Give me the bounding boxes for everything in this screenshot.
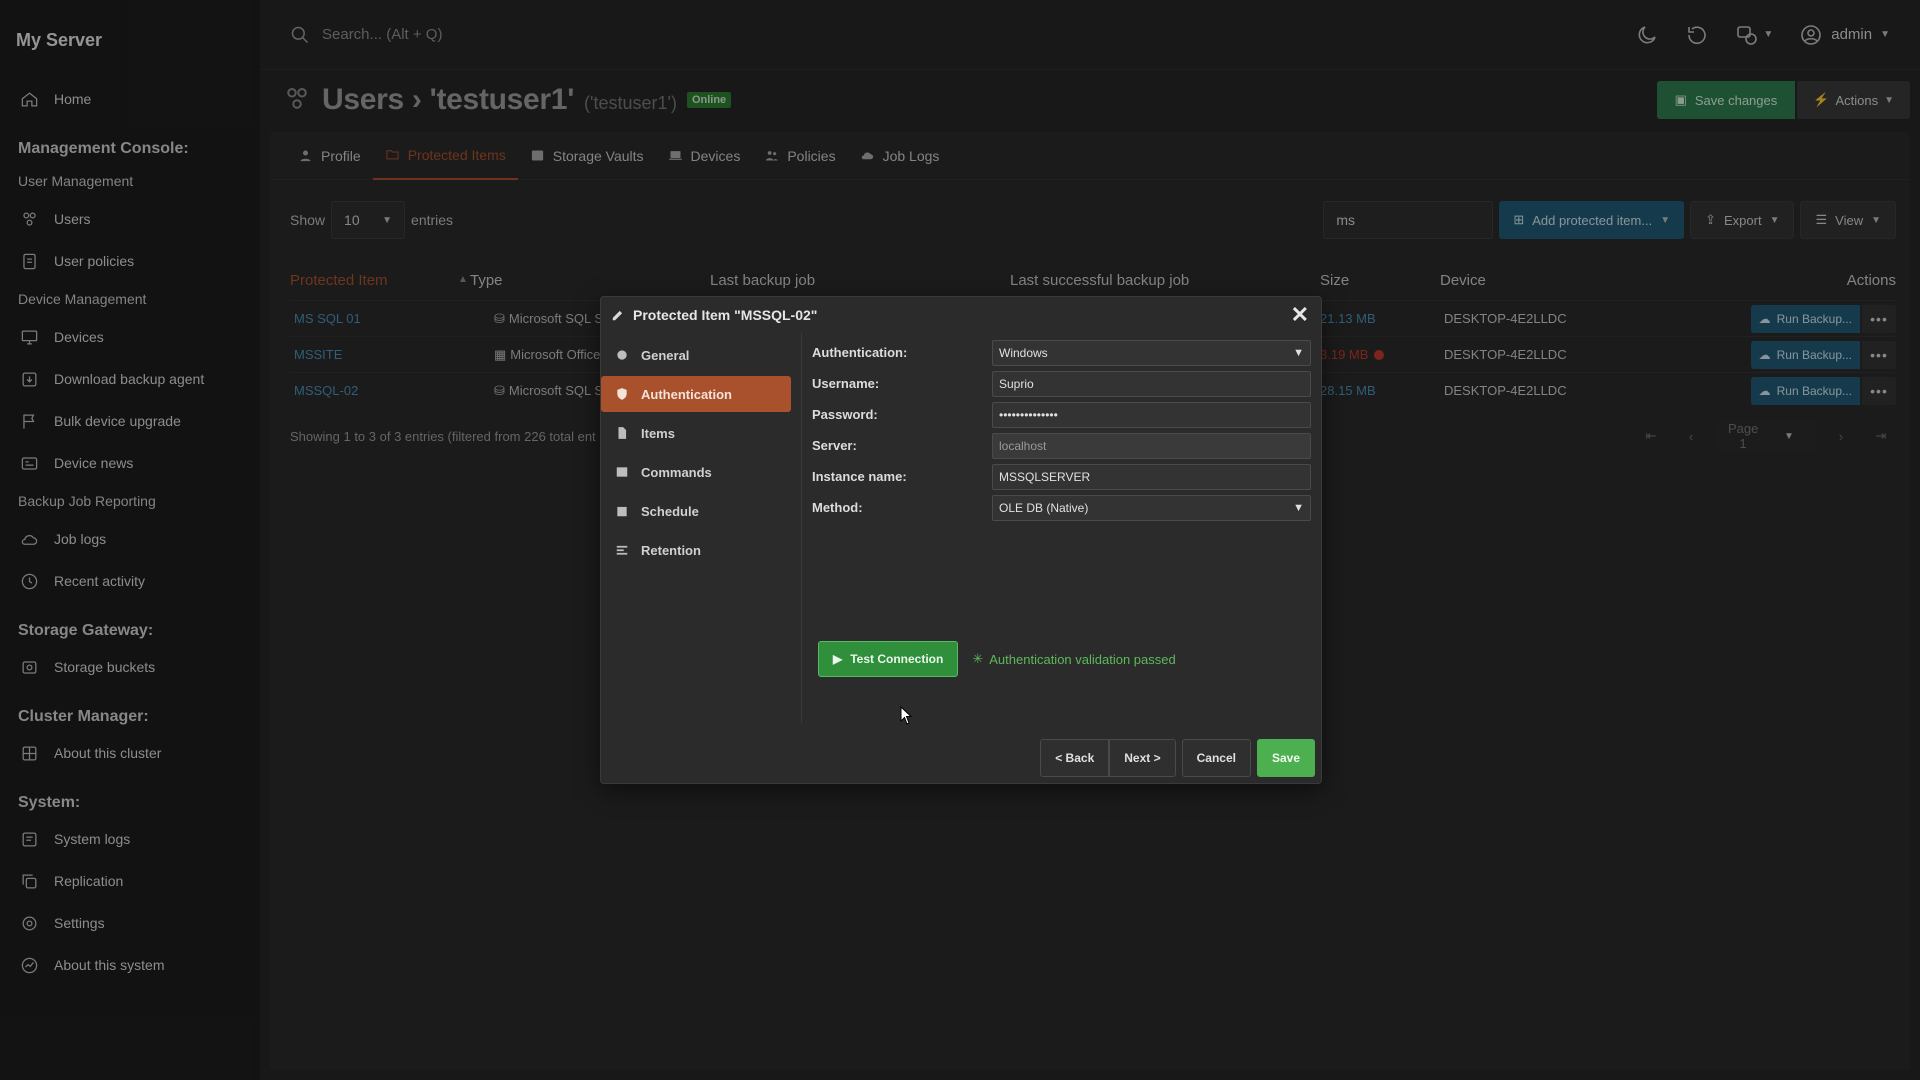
validation-text: Authentication validation passed	[989, 651, 1176, 667]
instance-name-field[interactable]: MSSQLSERVER	[992, 463, 1311, 490]
dialog-nav-schedule[interactable]: Schedule	[601, 493, 791, 529]
close-icon[interactable]: ✕	[1291, 304, 1309, 326]
nav-label: General	[641, 347, 690, 363]
password-value: ••••••••••••••	[999, 407, 1058, 422]
chevron-down-icon: ▼	[1293, 346, 1304, 359]
method-value: OLE DB (Native)	[999, 500, 1089, 515]
next-button[interactable]: Next >	[1109, 739, 1176, 777]
sparkle-icon: ✳	[972, 651, 984, 666]
nav-label: Authentication	[641, 386, 732, 402]
password-label: Password:	[812, 407, 878, 422]
dialog-nav-general[interactable]: General	[601, 337, 791, 373]
instance-name-label: Instance name:	[812, 469, 907, 484]
method-select[interactable]: OLE DB (Native) ▼	[992, 494, 1311, 521]
authentication-value: Windows	[999, 345, 1048, 360]
test-connection-button[interactable]: ▶ Test Connection	[818, 641, 959, 677]
dialog-nav-items[interactable]: Items	[601, 415, 791, 451]
nav-label: Commands	[641, 464, 712, 480]
dialog-footer: < Back Next > Cancel Save	[1040, 739, 1315, 777]
username-value: Suprio	[999, 376, 1034, 391]
dialog-nav-retention[interactable]: Retention	[601, 532, 791, 568]
cancel-button[interactable]: Cancel	[1181, 739, 1251, 777]
instance-name-value: MSSQLSERVER	[999, 469, 1091, 484]
play-icon: ▶	[833, 652, 843, 666]
nav-label: Items	[641, 425, 675, 441]
chevron-down-icon: ▼	[1293, 501, 1304, 514]
list-icon	[616, 545, 628, 555]
authentication-label: Authentication:	[812, 345, 908, 360]
username-field[interactable]: Suprio	[992, 370, 1311, 397]
dialog-nav-commands[interactable]: Commands	[601, 454, 791, 490]
mouse-cursor-icon	[900, 706, 913, 725]
nav-label: Schedule	[641, 503, 699, 519]
test-connection-label: Test Connection	[850, 652, 944, 666]
password-field[interactable]: ••••••••••••••	[992, 401, 1311, 428]
server-field[interactable]: localhost	[992, 432, 1311, 459]
terminal-icon	[616, 467, 628, 477]
method-label: Method:	[812, 500, 863, 515]
username-label: Username:	[812, 376, 880, 391]
protected-item-dialog: Protected Item "MSSQL-02" ✕ General Auth…	[600, 296, 1322, 784]
gear-icon	[617, 350, 627, 360]
server-label: Server:	[812, 438, 857, 453]
server-placeholder: localhost	[999, 438, 1047, 453]
back-button[interactable]: < Back	[1040, 739, 1110, 777]
dialog-title: Protected Item "MSSQL-02"	[633, 307, 818, 323]
dialog-header: Protected Item "MSSQL-02" ✕	[601, 297, 1321, 333]
dialog-nav-authentication[interactable]: Authentication	[601, 376, 791, 412]
authentication-select[interactable]: Windows ▼	[992, 339, 1311, 366]
file-icon	[618, 427, 627, 439]
calendar-icon	[617, 506, 627, 517]
authentication-form: Authentication: Windows ▼ Username: Supr…	[801, 333, 1321, 723]
validation-message: ✳ Authentication validation passed	[972, 651, 1175, 667]
pencil-icon	[612, 310, 623, 321]
shield-icon	[617, 388, 627, 400]
save-button[interactable]: Save	[1256, 739, 1315, 777]
dialog-nav: General Authentication Items Commands Sc…	[601, 333, 801, 733]
nav-label: Retention	[641, 542, 701, 558]
